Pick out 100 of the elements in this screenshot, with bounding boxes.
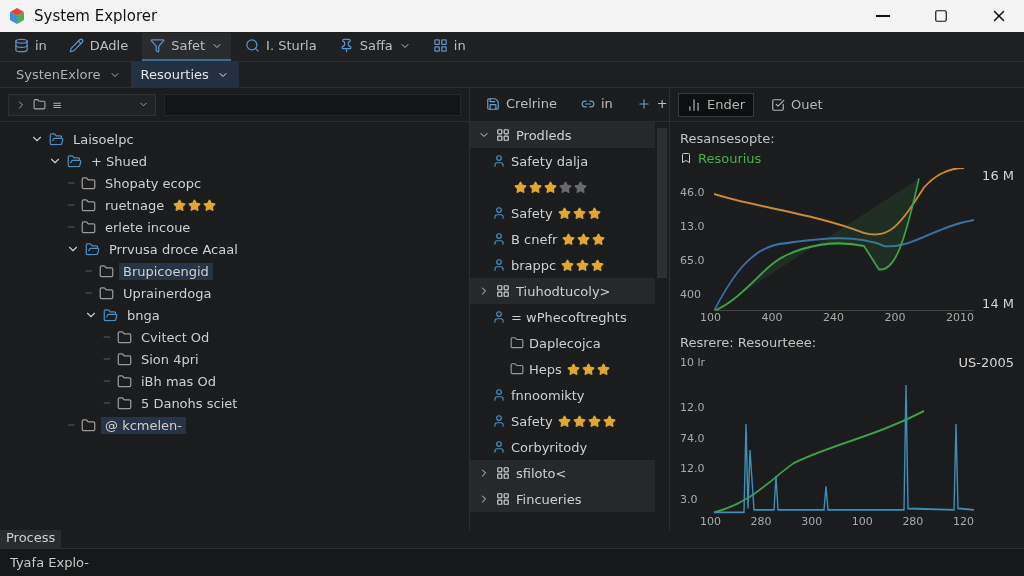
list-item[interactable]: Safety dalja <box>511 153 589 169</box>
tree-item[interactable]: Brupicoengid <box>119 262 213 280</box>
cube-logo-icon <box>8 7 26 25</box>
star-icon <box>572 414 586 428</box>
toolbar-button[interactable]: Ouet <box>762 92 832 117</box>
grid-icon <box>496 492 510 506</box>
grid-icon <box>496 466 510 480</box>
group-header[interactable]: Tiuhodtucoly> <box>470 278 655 304</box>
tree-item[interactable]: @ kcmelen- <box>101 416 186 434</box>
x-tick: 280 <box>902 515 924 528</box>
x-tick: 2010 <box>946 311 974 324</box>
list-item[interactable]: Heps <box>529 361 562 377</box>
person-icon <box>492 206 506 220</box>
tree-item[interactable]: Laisoelpc <box>69 130 138 148</box>
folder-icon <box>81 175 96 191</box>
folder-icon <box>117 351 132 367</box>
list-item[interactable]: B cnefr <box>511 231 558 247</box>
tree-item[interactable]: iBh mas Od <box>137 372 220 390</box>
x-tick: 120 <box>952 515 974 528</box>
list-item[interactable]: brappc <box>511 257 557 273</box>
toolbar-button[interactable]: + <box>628 90 676 119</box>
tree-item[interactable]: Shopaty ecopc <box>101 174 206 192</box>
group-header[interactable]: Fincueries <box>470 486 655 512</box>
chart-label: 14 M <box>982 296 1014 311</box>
star-icon <box>591 258 605 272</box>
chart-title: Resansesopte: <box>680 130 775 146</box>
tree-item[interactable]: ruetnage <box>101 196 169 214</box>
list-item[interactable]: fnnoomikty <box>511 387 585 403</box>
tree-item[interactable]: bnga <box>123 306 164 324</box>
person-icon <box>492 388 506 402</box>
star-icon <box>529 180 542 194</box>
view-dropdown[interactable]: ≡ <box>8 93 156 116</box>
pencil-icon <box>68 38 84 53</box>
list-item[interactable]: Corbyritody <box>511 439 588 455</box>
grid-icon <box>496 128 510 142</box>
y-tick: 400 <box>680 287 702 301</box>
toolbar-button[interactable]: Saffa <box>330 32 419 61</box>
star-icon <box>581 362 595 376</box>
group-header[interactable]: Prodleds <box>470 122 655 148</box>
toolbar-button[interactable]: I. Sturla <box>237 32 325 61</box>
person-icon <box>492 440 506 454</box>
folder-icon <box>117 395 132 411</box>
y-tick: 46.0 <box>680 186 706 200</box>
tree-item[interactable]: erlete incoue <box>101 218 195 236</box>
pin-icon <box>338 38 354 53</box>
folder-icon <box>510 362 524 376</box>
star-icon <box>577 232 591 246</box>
chart-label: 16 M <box>982 168 1014 183</box>
folder-icon <box>85 241 100 257</box>
folder-icon <box>81 417 96 433</box>
folder-icon <box>81 197 96 213</box>
group-header[interactable]: sfiloto< <box>470 460 655 486</box>
folder-icon <box>99 285 114 301</box>
star-icon <box>592 232 606 246</box>
toolbar-button[interactable]: DAdle <box>60 32 137 61</box>
toolbar-button[interactable]: Safet <box>142 32 232 61</box>
tree-item[interactable]: Cvitect Od <box>137 328 214 346</box>
tab[interactable]: SystenExlore <box>6 62 131 87</box>
list-item[interactable]: Daplecojca <box>529 335 601 351</box>
x-tick: 240 <box>823 311 844 324</box>
star-icon <box>544 180 557 194</box>
y-tick: 74.0 <box>680 431 706 445</box>
list-item[interactable]: Safety <box>511 205 553 221</box>
star-icon <box>572 206 586 220</box>
window-title: System Explorer <box>34 7 159 25</box>
star-icon <box>576 258 590 272</box>
axis-label: 10 lr <box>680 355 706 369</box>
person-icon <box>492 232 506 246</box>
folder-icon <box>117 373 132 389</box>
toolbar-button[interactable]: in <box>6 32 55 61</box>
tree-item[interactable]: Prrvusa droce Acaal <box>105 240 242 258</box>
tree-item[interactable]: 5 Danohs sciet <box>137 394 242 412</box>
folder-icon <box>99 263 114 279</box>
star-icon <box>587 206 601 220</box>
y-tick: 12.0 <box>680 400 706 414</box>
x-tick: 100 <box>700 311 721 324</box>
bookmark-icon <box>680 152 692 164</box>
list-item[interactable]: = wPhecoftreghts <box>511 309 627 325</box>
tab[interactable]: Resourties <box>130 62 239 87</box>
tree-item[interactable]: Uprainerdoga <box>119 284 216 302</box>
list-item[interactable]: Safety <box>511 413 553 429</box>
chart-title: Resrere: Resourteee: <box>680 334 817 350</box>
grid-icon <box>496 284 510 298</box>
toolbar-button[interactable]: in <box>424 32 474 61</box>
star-icon <box>514 180 527 194</box>
bottom-tab[interactable]: Process <box>0 530 62 548</box>
star-icon <box>561 258 575 272</box>
toolbar-button[interactable]: Crelrine <box>478 90 565 119</box>
toolbar-button[interactable]: Ender <box>678 92 755 117</box>
grid-icon <box>432 38 448 53</box>
tree-item[interactable]: Sion 4pri <box>137 350 203 368</box>
star-icon <box>602 414 616 428</box>
star-icon <box>203 198 217 212</box>
person-icon <box>492 258 506 272</box>
toolbar-button[interactable]: in <box>572 90 621 119</box>
bar-chart-icon <box>687 97 701 112</box>
tree-item[interactable]: + Shued <box>87 152 151 170</box>
filter-icon <box>150 38 166 53</box>
person-icon <box>492 154 506 168</box>
x-tick: 100 <box>851 515 873 528</box>
